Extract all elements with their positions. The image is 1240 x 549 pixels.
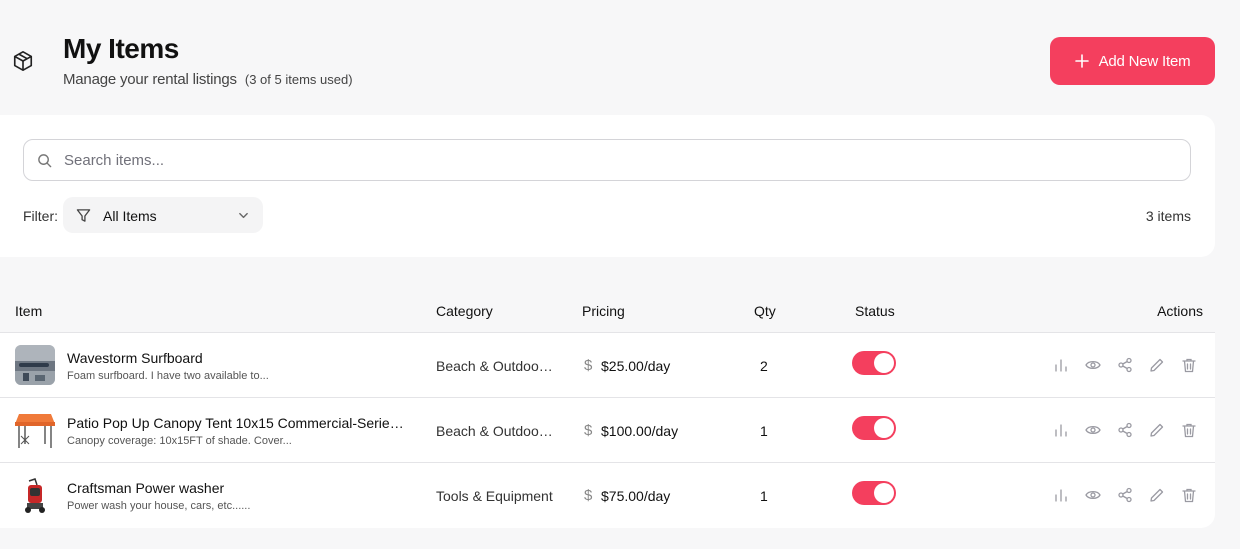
share-icon[interactable]: [1117, 422, 1133, 438]
column-header-actions: Actions: [1157, 303, 1203, 319]
filter-selected-value: All Items: [103, 208, 157, 224]
item-category: Beach & Outdoor G...: [436, 423, 556, 439]
table-header: Item Category Pricing Qty Status Actions: [0, 285, 1215, 333]
table-row[interactable]: Patio Pop Up Canopy Tent 10x15 Commercia…: [0, 398, 1215, 463]
analytics-icon[interactable]: [1053, 422, 1069, 438]
usage-counter: (3 of 5 items used): [244, 72, 353, 87]
item-description: Canopy coverage: 10x15FT of shade. Cover…: [67, 435, 292, 447]
page-subtitle: Manage your rental listings: [63, 71, 237, 88]
toggle-knob: [874, 483, 894, 503]
search-input[interactable]: [64, 140, 1174, 180]
status-toggle[interactable]: [852, 351, 896, 375]
item-category: Beach & Outdoor G...: [436, 358, 556, 374]
table-row[interactable]: Wavestorm Surfboard Foam surfboard. I ha…: [0, 333, 1215, 398]
page-title: My Items: [63, 33, 179, 64]
eye-icon[interactable]: [1085, 357, 1101, 373]
eye-icon[interactable]: [1085, 487, 1101, 503]
item-name[interactable]: Patio Pop Up Canopy Tent 10x15 Commercia…: [67, 415, 407, 431]
filter-label: Filter:: [23, 208, 58, 224]
page-header: My Items Manage your rental listings (3 …: [0, 0, 1240, 110]
item-description: Foam surfboard. I have two available to.…: [67, 370, 269, 382]
status-toggle[interactable]: [852, 416, 896, 440]
toggle-knob: [874, 353, 894, 373]
item-qty: 2: [760, 358, 768, 374]
item-price: $25.00/day: [601, 358, 671, 374]
subtitle-row: Manage your rental listings (3 of 5 item…: [63, 71, 353, 88]
dollar-icon: $: [584, 357, 593, 374]
toggle-knob: [874, 418, 894, 438]
column-header-item: Item: [15, 303, 43, 319]
item-name[interactable]: Craftsman Power washer: [67, 480, 224, 496]
dollar-icon: $: [584, 422, 593, 439]
plus-icon: [1074, 54, 1089, 68]
trash-icon[interactable]: [1181, 487, 1197, 503]
item-description: Power wash your house, cars, etc......: [67, 500, 251, 512]
edit-icon[interactable]: [1149, 422, 1165, 438]
item-qty: 1: [760, 423, 768, 439]
search-icon: [38, 154, 52, 168]
item-price: $100.00/day: [601, 423, 679, 439]
eye-icon[interactable]: [1085, 422, 1101, 438]
add-new-item-label: Add New Item: [1098, 52, 1191, 70]
package-icon: [13, 51, 33, 71]
items-table: Item Category Pricing Qty Status Actions…: [0, 285, 1215, 528]
add-new-item-button[interactable]: Add New Item: [1050, 37, 1215, 85]
filter-dropdown[interactable]: All Items: [63, 197, 263, 233]
item-count: 3 items: [1145, 208, 1191, 224]
trash-icon[interactable]: [1181, 357, 1197, 373]
column-header-status: Status: [855, 303, 895, 319]
column-header-category: Category: [436, 303, 493, 319]
share-icon[interactable]: [1117, 357, 1133, 373]
column-header-pricing: Pricing: [582, 303, 625, 319]
search-box: [23, 139, 1191, 181]
edit-icon[interactable]: [1149, 357, 1165, 373]
trash-icon[interactable]: [1181, 422, 1197, 438]
table-row[interactable]: Craftsman Power washer Power wash your h…: [0, 463, 1215, 528]
column-header-qty: Qty: [754, 303, 776, 319]
canopy-thumbnail: [15, 410, 55, 450]
item-price: $75.00/day: [601, 488, 671, 504]
share-icon[interactable]: [1117, 487, 1133, 503]
filter-card: Filter: All Items 3 items: [0, 115, 1215, 257]
power-washer-thumbnail: [15, 475, 55, 515]
status-toggle[interactable]: [852, 481, 896, 505]
analytics-icon[interactable]: [1053, 357, 1069, 373]
chevron-down-icon: [239, 212, 248, 219]
edit-icon[interactable]: [1149, 487, 1165, 503]
item-qty: 1: [760, 488, 768, 504]
surfboard-thumbnail: [15, 345, 55, 385]
item-category: Tools & Equipment: [436, 488, 553, 504]
analytics-icon[interactable]: [1053, 487, 1069, 503]
dollar-icon: $: [584, 487, 593, 504]
filter-icon: [76, 209, 91, 222]
item-name[interactable]: Wavestorm Surfboard: [67, 350, 203, 366]
